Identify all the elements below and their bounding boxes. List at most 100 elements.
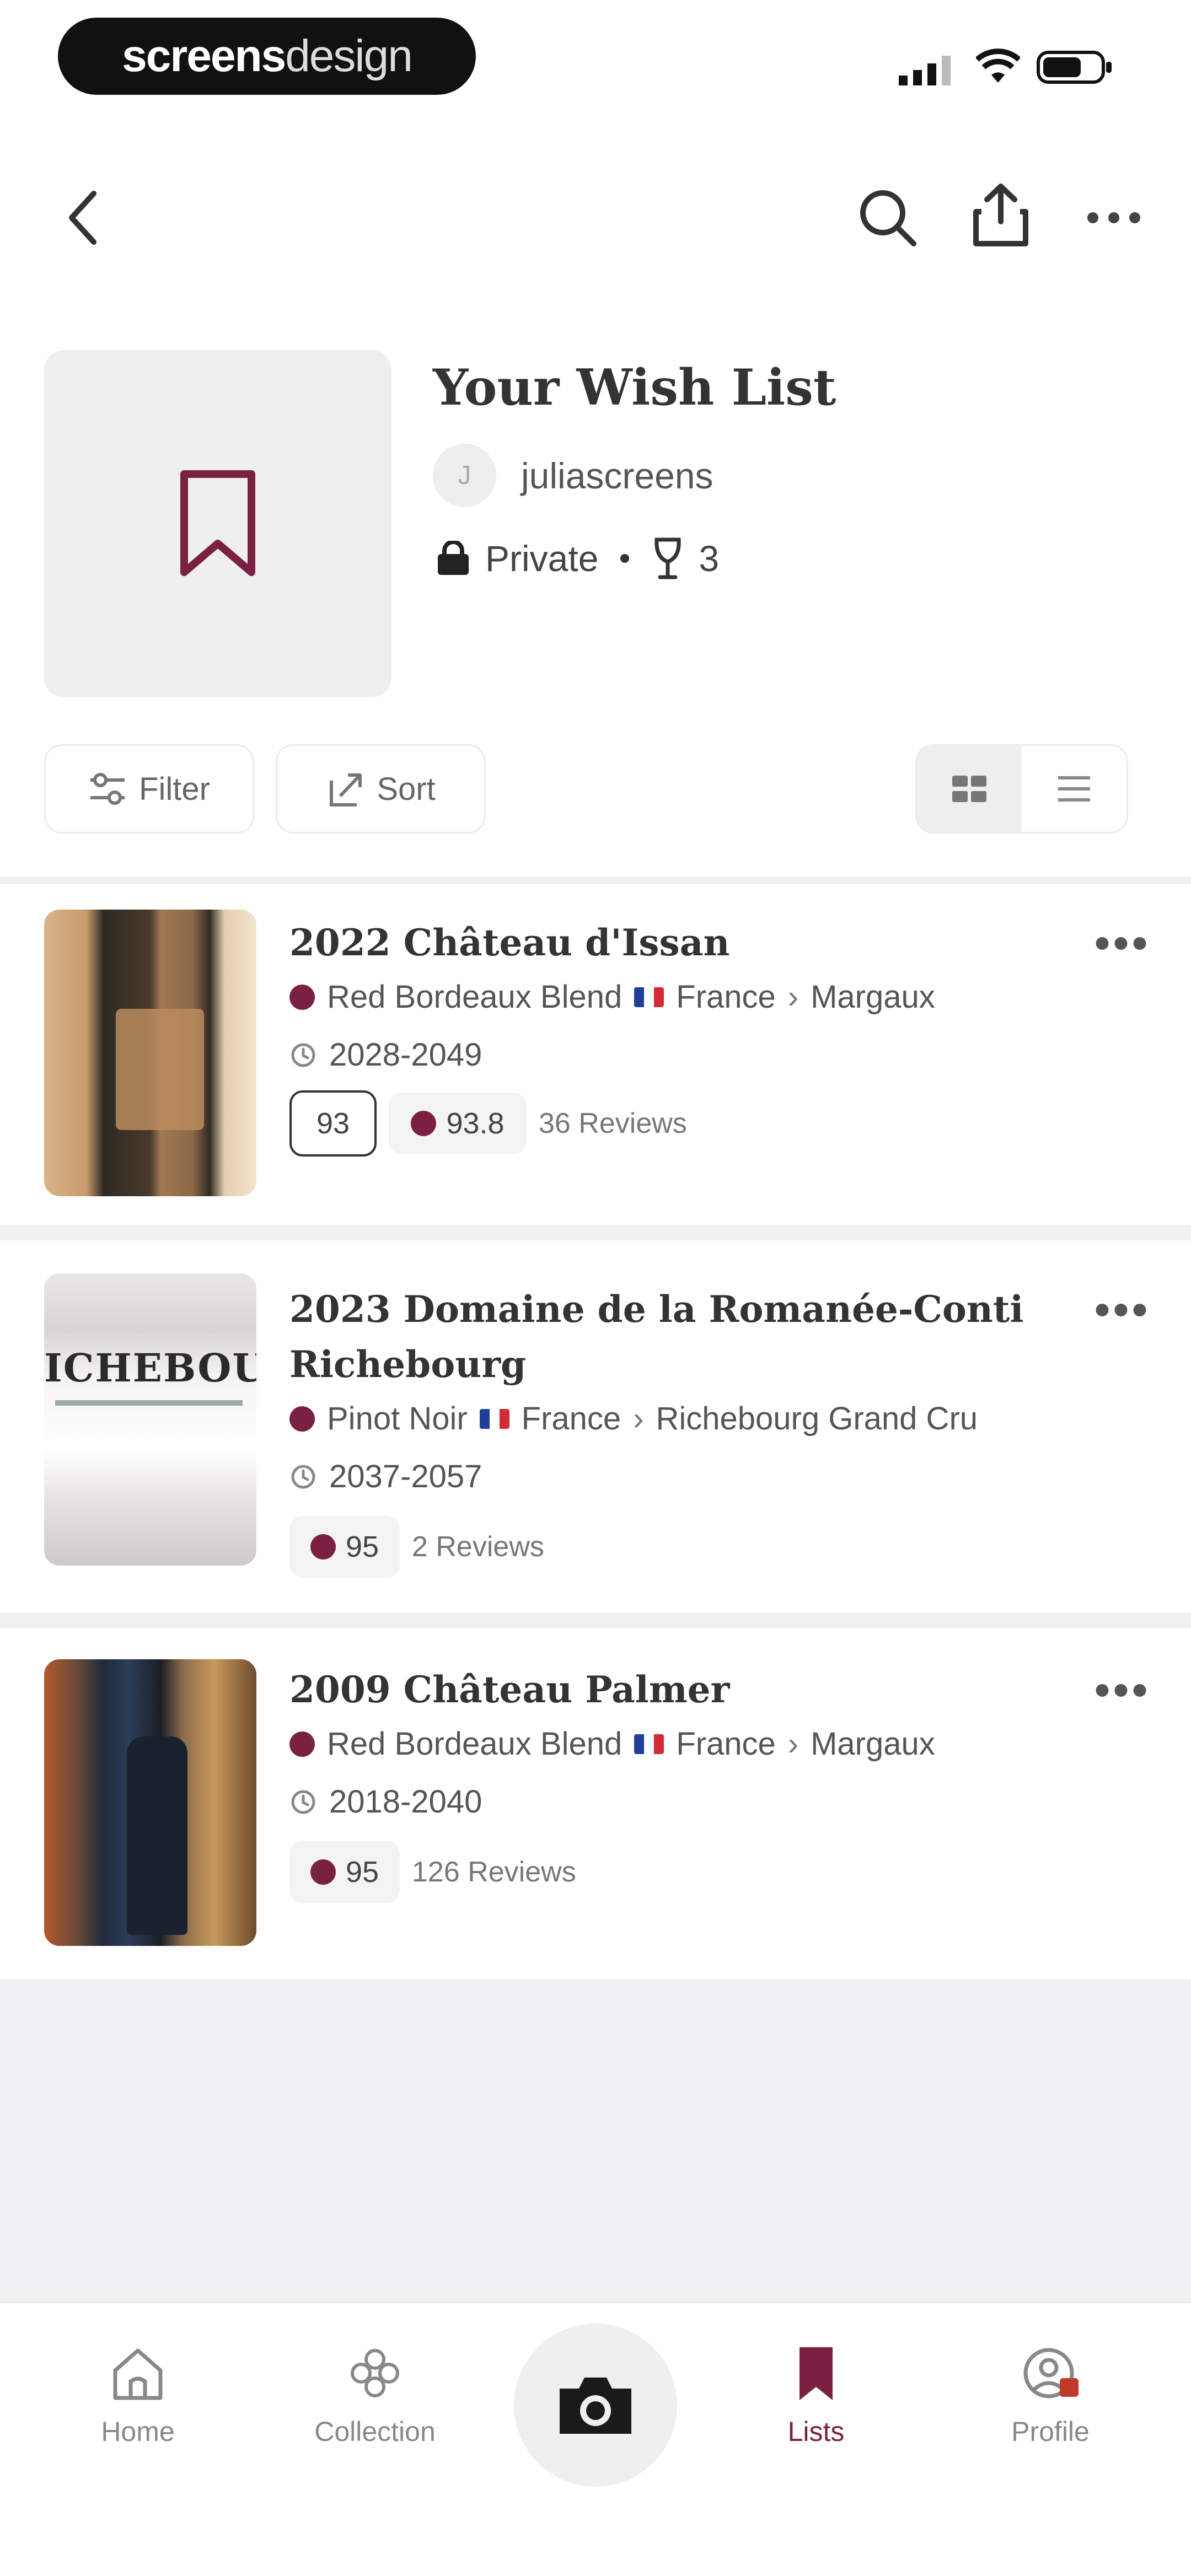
rating-badge[interactable]: 95 <box>289 1516 400 1578</box>
signal-icon <box>899 56 951 85</box>
chevron-right-icon: › <box>787 1726 799 1762</box>
list-meta: Private 3 <box>436 537 719 579</box>
share-icon <box>973 184 1028 246</box>
username[interactable]: juliascreens <box>521 455 713 497</box>
empty-list-area <box>0 1979 1191 2301</box>
divider <box>0 1612 1191 1628</box>
wine-country: France <box>676 1726 776 1762</box>
wine-name[interactable]: 2009 Château Palmer <box>289 1662 1072 1717</box>
france-flag-icon <box>634 987 664 1007</box>
sort-button[interactable]: Sort <box>276 744 486 833</box>
grid-view-button[interactable] <box>917 746 1022 832</box>
wine-style: Red Bordeaux Blend <box>327 979 623 1015</box>
rating-dot-icon <box>310 1534 336 1559</box>
wine-scores: 93 93.8 36 Reviews <box>289 1090 687 1157</box>
privacy-label: Private <box>485 538 599 579</box>
search-button[interactable] <box>855 182 921 254</box>
wine-bottle-image[interactable] <box>44 1659 256 1946</box>
profile-icon <box>1023 2348 1079 2398</box>
drinking-window: 2037-2057 <box>329 1459 482 1494</box>
wine-bottle-image[interactable] <box>44 910 256 1196</box>
wine-country: France <box>676 979 776 1015</box>
red-wine-dot-icon <box>289 984 315 1010</box>
wine-name[interactable]: 2022 Château d'Issan <box>289 915 1072 970</box>
search-icon <box>860 190 916 246</box>
share-button[interactable] <box>968 176 1034 254</box>
rating-value: 95 <box>345 1856 379 1889</box>
logo-bold-text: screens <box>122 31 286 81</box>
clock-icon <box>291 1043 315 1067</box>
wine-style: Pinot Noir <box>327 1401 468 1437</box>
camera-icon <box>560 2378 631 2434</box>
camera-button[interactable] <box>514 2324 677 2487</box>
battery-icon <box>1037 51 1112 84</box>
wifi-icon <box>976 49 1020 83</box>
wine-origin: Pinot Noir France › Richebourg Grand Cru <box>289 1400 978 1437</box>
wine-more-button[interactable]: ••• <box>1095 1665 1151 1715</box>
red-wine-dot-icon <box>289 1731 315 1757</box>
wine-window: 2018-2040 <box>289 1783 482 1820</box>
list-icon <box>1058 776 1090 802</box>
back-button[interactable] <box>55 182 110 254</box>
review-count[interactable]: 2 Reviews <box>412 1530 544 1563</box>
rating-badge[interactable]: 93.8 <box>389 1093 527 1154</box>
bookmark-filled-icon <box>800 2347 833 2400</box>
tab-home[interactable]: Home <box>39 2343 237 2448</box>
tab-lists[interactable]: Lists <box>717 2343 915 2448</box>
drinking-window: 2028-2049 <box>329 1037 482 1073</box>
rating-value: 93.8 <box>446 1107 505 1140</box>
wine-more-button[interactable]: ••• <box>1095 1284 1151 1335</box>
bookmark-icon <box>180 470 255 576</box>
avatar[interactable]: J <box>433 444 496 507</box>
list-cover <box>44 350 391 697</box>
separator-dot <box>620 554 630 563</box>
tab-home-label: Home <box>101 2416 175 2447</box>
lock-icon <box>438 541 469 575</box>
wine-bottle-image[interactable]: ICHEBOUR <box>44 1273 256 1566</box>
wine-glass-icon <box>654 537 682 579</box>
tab-profile[interactable]: Profile <box>951 2343 1150 2448</box>
rating-value: 95 <box>345 1530 379 1563</box>
review-count[interactable]: 36 Reviews <box>539 1107 687 1140</box>
sort-icon <box>330 773 362 806</box>
wine-window: 2037-2057 <box>289 1458 482 1495</box>
wine-more-button[interactable]: ••• <box>1095 918 1151 969</box>
list-view-button[interactable] <box>1022 746 1126 832</box>
france-flag-icon <box>634 1734 664 1754</box>
review-count[interactable]: 126 Reviews <box>412 1856 576 1889</box>
wine-origin: Red Bordeaux Blend France › Margaux <box>289 978 935 1015</box>
bottle-silhouette <box>127 1736 187 1935</box>
collection-icon <box>351 2349 399 2397</box>
view-toggle <box>915 744 1128 833</box>
tab-lists-label: Lists <box>787 2416 845 2447</box>
bottle-label-line <box>55 1400 243 1406</box>
chevron-left-icon <box>69 191 96 245</box>
clock-icon <box>291 1790 315 1814</box>
critic-score-badge[interactable]: 93 <box>289 1090 377 1157</box>
wine-region: Margaux <box>811 1726 935 1762</box>
wine-name[interactable]: 2023 Domaine de la Romanée-Conti Richebo… <box>289 1282 1072 1392</box>
wine-scores: 95 2 Reviews <box>289 1516 544 1578</box>
wine-scores: 95 126 Reviews <box>289 1841 576 1903</box>
screensdesign-logo: screens design <box>58 18 476 95</box>
wine-count: 3 <box>699 538 720 579</box>
chevron-right-icon: › <box>633 1401 644 1437</box>
divider <box>0 876 1191 884</box>
sort-label: Sort <box>377 771 436 807</box>
drinking-window: 2018-2040 <box>329 1784 482 1820</box>
bottle-label-text: ICHEBOUR <box>44 1345 256 1391</box>
filter-button[interactable]: Filter <box>44 744 254 833</box>
tab-collection[interactable]: Collection <box>276 2343 474 2448</box>
clock-icon <box>291 1465 315 1488</box>
rating-dot-icon <box>310 1859 336 1885</box>
more-button[interactable] <box>1081 187 1147 248</box>
wine-window: 2028-2049 <box>289 1036 482 1073</box>
france-flag-icon <box>479 1408 509 1429</box>
red-wine-dot-icon <box>289 1406 315 1432</box>
wine-origin: Red Bordeaux Blend France › Margaux <box>289 1725 935 1762</box>
logo-light-text: design <box>285 31 413 81</box>
tab-profile-label: Profile <box>1011 2416 1090 2447</box>
rating-badge[interactable]: 95 <box>289 1841 400 1903</box>
wine-region: Margaux <box>811 979 935 1015</box>
wine-style: Red Bordeaux Blend <box>327 1726 623 1762</box>
